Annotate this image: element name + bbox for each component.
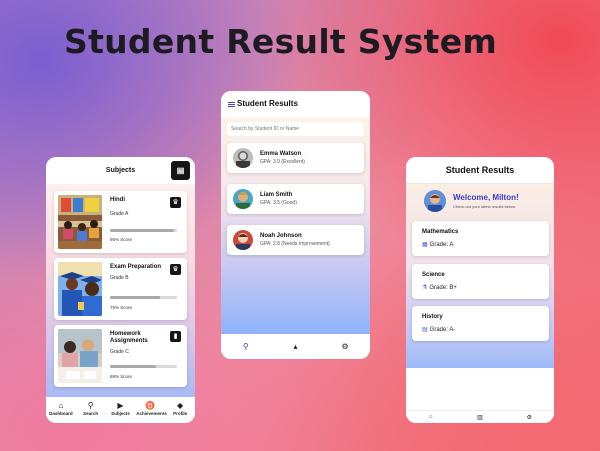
welcome-subtitle: Check out your latest results below. (453, 204, 516, 209)
nav-label: Search (83, 411, 99, 416)
student-list: Emma Watson GPA: 3.9 (Excellent) Liam Sm… (221, 118, 370, 334)
book-icon[interactable]: ▤ (171, 161, 190, 180)
subject-grade: Grade B (110, 275, 129, 281)
score-progress-bar (110, 365, 177, 368)
score-progress-bar (110, 229, 177, 232)
chart-icon[interactable]: ▴ (285, 342, 305, 351)
subject-score: 95% Score (110, 237, 133, 242)
nav-dashboard[interactable]: ⌂ Dashboard (47, 401, 75, 423)
subjects-list: Hindi Grade A 95% Score ♛ Exam Preparati… (46, 184, 195, 397)
home-icon: ⌂ (58, 401, 64, 410)
subject-grade: Grade A (110, 211, 129, 217)
medal-icon: ♉ (145, 401, 156, 410)
student-gpa: GPA: 2.8 (Needs Improvement) (260, 241, 330, 247)
score-progress-fill (110, 296, 161, 299)
empty-area (406, 368, 554, 410)
nav-profile[interactable]: ◆ Profile (166, 401, 194, 423)
student-dashboard-phone-screen: Student Results Welcome, Milton! Check o… (406, 157, 554, 423)
subject-name: Hindi (110, 197, 125, 203)
calculator-icon: ▦ (422, 242, 428, 248)
avatar (233, 148, 253, 168)
student-name: Emma Watson (260, 151, 302, 157)
graduation-cap-icon: ◆ (177, 401, 184, 410)
result-subject: Science (422, 272, 445, 278)
dashboard-body: Welcome, Milton! Check out your latest r… (406, 184, 554, 368)
student-gpa: GPA: 3.9 (Excellent) (260, 159, 305, 165)
chart-icon[interactable]: ▥ (470, 414, 490, 421)
result-grade: Grade: A (429, 242, 454, 248)
flask-icon: ⚗ (422, 285, 428, 291)
student-results-title: Student Results (237, 99, 298, 108)
nav-label: Profile (173, 411, 188, 416)
trophy-icon[interactable]: ♛ (170, 264, 181, 275)
subject-score: 68% Score (110, 374, 133, 379)
result-subject: Mathematics (422, 229, 459, 235)
subject-card[interactable]: Homework Assignments Grade C 68% Score ▮ (54, 325, 187, 387)
gear-icon[interactable]: ⚙ (519, 414, 539, 421)
search-icon: ⚲ (87, 401, 94, 410)
student-card[interactable]: Liam Smith GPA: 3.5 (Good) (227, 184, 364, 214)
bottom-nav: ⌂ ▥ ⚙ (406, 410, 554, 423)
result-card[interactable]: History ▤ Grade: A- (412, 306, 549, 341)
subjects-phone-screen: Subjects ▤ Hindi Grade A 95% Score ♛ Exa… (46, 157, 195, 423)
page-title: Student Result System (64, 22, 498, 61)
nav-achievements[interactable]: ♉ Achievements (136, 401, 167, 423)
nav-search[interactable]: ⚲ Search (77, 401, 105, 423)
clipboard-icon[interactable]: ▮ (170, 331, 181, 342)
gear-icon[interactable]: ⚙ (335, 342, 355, 351)
graduation-photo (58, 262, 102, 316)
homework-photo (58, 329, 102, 383)
subjects-header-title: Subjects (105, 167, 136, 174)
nav-label: Subjects (111, 411, 130, 416)
nav-label: Achievements (136, 411, 167, 416)
home-icon[interactable]: ⌂ (421, 414, 441, 420)
search-icon[interactable]: ⚲ (236, 342, 256, 351)
subject-name: Homework Assignments (110, 331, 148, 344)
student-card[interactable]: Emma Watson GPA: 3.9 (Excellent) (227, 143, 364, 173)
result-grade-row: ⚗ Grade: B+ (422, 284, 457, 291)
score-progress-bar (110, 296, 177, 299)
student-name: Noah Johnson (260, 233, 302, 239)
nav-subjects[interactable]: ▶ Subjects (106, 401, 134, 423)
score-progress-fill (110, 229, 174, 232)
subject-card[interactable]: Exam Preparation Grade B 75% Score ♛ (54, 258, 187, 320)
result-card[interactable]: Mathematics ▦ Grade: A (412, 221, 549, 256)
welcome-message: Welcome, Milton! (453, 193, 519, 202)
menu-icon[interactable] (228, 102, 235, 107)
avatar (233, 230, 253, 250)
trophy-icon[interactable]: ♛ (170, 197, 181, 208)
avatar[interactable] (424, 190, 446, 212)
classroom-photo (58, 195, 102, 249)
bottom-nav: ⚲ ▴ ⚙ (221, 334, 370, 359)
student-card[interactable]: Noah Johnson GPA: 2.8 (Needs Improvement… (227, 225, 364, 255)
subject-score: 75% Score (110, 305, 133, 310)
result-grade-row: ▦ Grade: A (422, 241, 453, 248)
play-circle-icon: ▶ (117, 401, 124, 410)
result-grade: Grade: A- (429, 327, 456, 333)
result-card[interactable]: Science ⚗ Grade: B+ (412, 264, 549, 299)
result-grade: Grade: B+ (429, 285, 457, 291)
subject-grade: Grade C (110, 349, 129, 355)
result-grade-row: ▤ Grade: A- (422, 326, 455, 333)
student-search-input[interactable] (227, 122, 364, 136)
subject-name: Exam Preparation (110, 264, 162, 270)
student-name: Liam Smith (260, 192, 293, 198)
score-progress-fill (110, 365, 156, 368)
subjects-header: Subjects ▤ (46, 157, 195, 184)
nav-label: Dashboard (49, 411, 73, 416)
student-gpa: GPA: 3.5 (Good) (260, 200, 297, 206)
dashboard-header: Student Results (406, 157, 554, 184)
book-icon: ▤ (422, 327, 428, 333)
student-results-phone-screen: Student Results Emma Watson GPA: 3.9 (Ex… (221, 91, 370, 359)
bottom-nav: ⌂ Dashboard ⚲ Search ▶ Subjects ♉ Achievemen… (46, 397, 195, 423)
subject-card[interactable]: Hindi Grade A 95% Score ♛ (54, 191, 187, 253)
student-results-header: Student Results (221, 91, 370, 118)
avatar (233, 189, 253, 209)
result-subject: History (422, 314, 443, 320)
